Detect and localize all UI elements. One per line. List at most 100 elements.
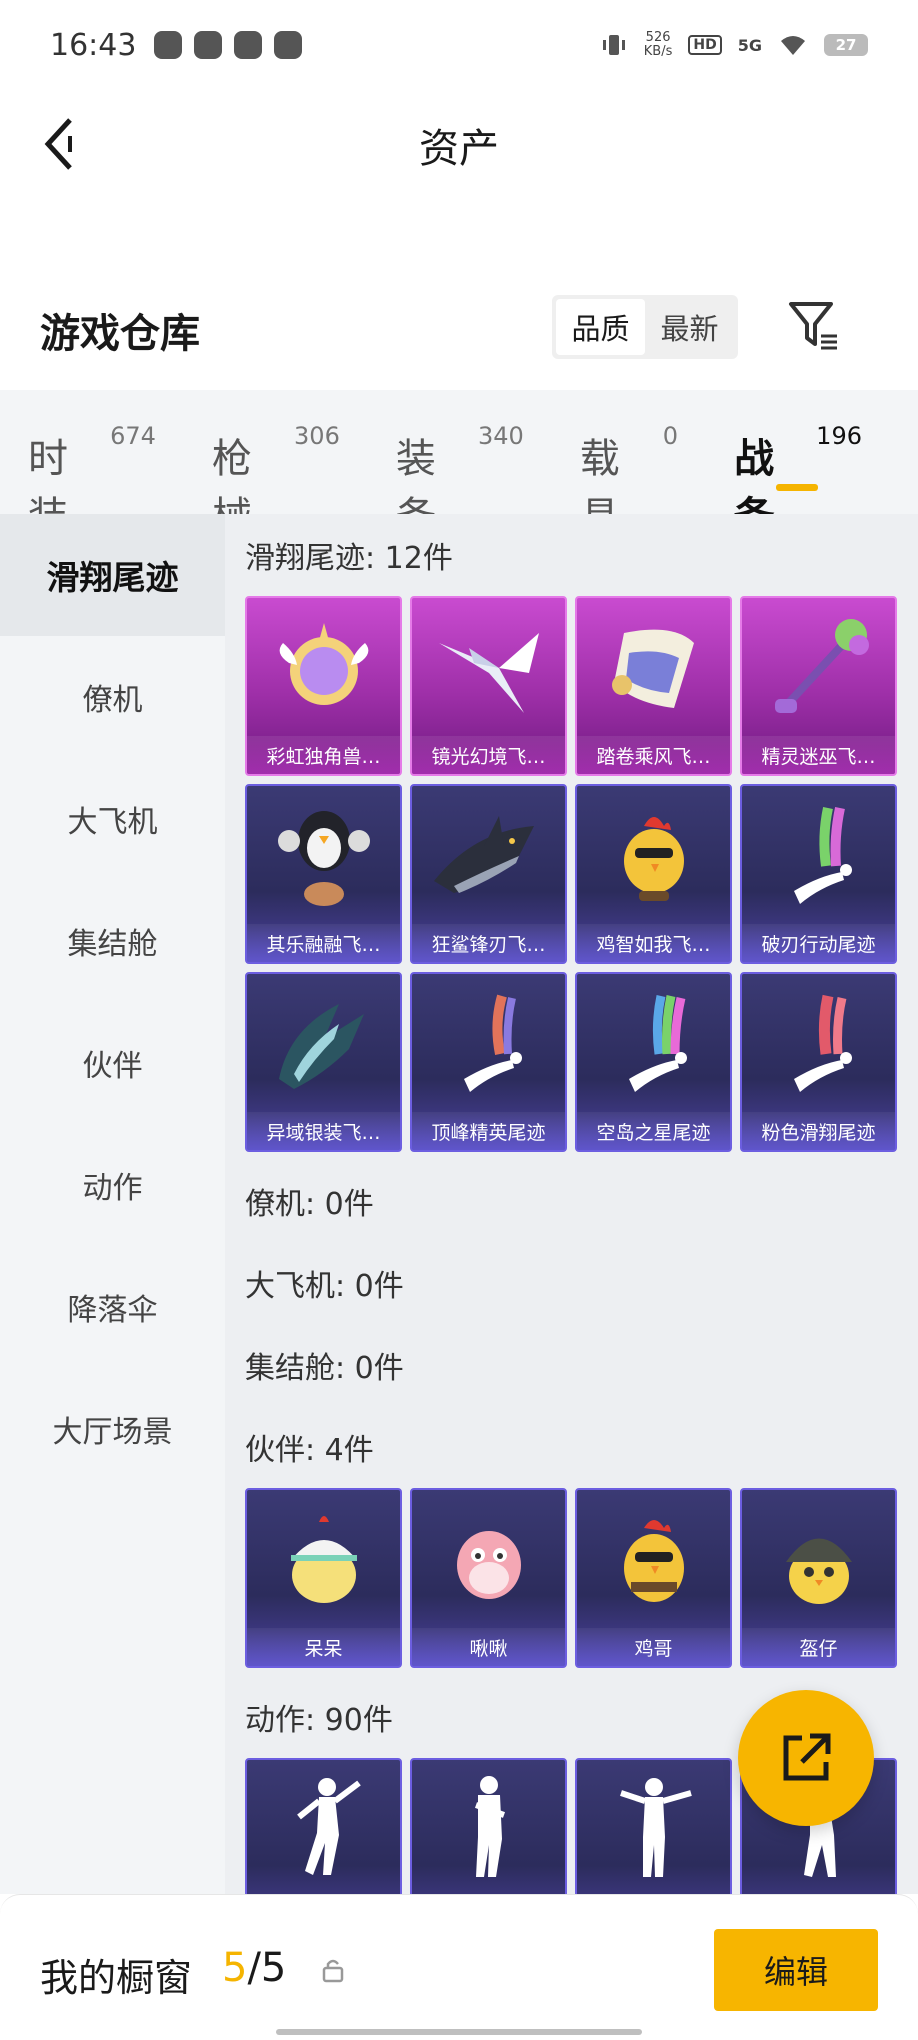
- item-label: 呆呆: [247, 1628, 400, 1666]
- penguin-balloon-icon: [247, 786, 400, 926]
- item-label: 镜光幻境飞…: [412, 736, 565, 774]
- dance-pose-icon: [247, 1760, 400, 1894]
- item-card[interactable]: 破刃行动尾迹: [740, 784, 897, 964]
- smoke-trail-icon: [412, 974, 565, 1114]
- speed-value: 526: [645, 30, 671, 45]
- warehouse-title: 游戏仓库: [40, 311, 200, 357]
- smoke-trail-icon: [742, 974, 895, 1114]
- sidebar-item-lobby-scene[interactable]: 大厅场景: [0, 1368, 225, 1490]
- filter-icon: [789, 302, 837, 350]
- item-label: 精灵迷巫飞…: [742, 736, 895, 774]
- dance-pose-icon: [412, 1760, 565, 1894]
- battery-icon: 27: [824, 34, 868, 56]
- lock-icon: [322, 1959, 344, 1983]
- sidebar-item-emote[interactable]: 动作: [0, 1124, 225, 1246]
- chat-icon: [274, 31, 303, 59]
- crystal-wing-icon: [412, 598, 565, 738]
- tab-gear[interactable]: 战备 196: [734, 390, 862, 540]
- showcase-bar: 我的橱窗 5/5 编辑: [0, 1894, 918, 2040]
- item-card[interactable]: 其乐融融飞…: [245, 784, 402, 964]
- share-button[interactable]: [738, 1690, 874, 1826]
- item-label: 异域银装飞…: [247, 1112, 400, 1150]
- network-speed: 526 KB/s: [644, 31, 673, 59]
- notification-icons: [154, 31, 303, 59]
- edit-button[interactable]: 编辑: [714, 1929, 878, 2011]
- item-card[interactable]: 盔仔: [740, 1488, 897, 1668]
- section-title: 大飞机: 0件: [245, 1269, 404, 1304]
- message-icon: [234, 31, 263, 59]
- pink-bird-icon: [412, 1490, 565, 1630]
- tab-count: 0: [662, 422, 679, 450]
- item-card[interactable]: 精灵迷巫飞…: [740, 596, 897, 776]
- sidebar-item-wingman[interactable]: 僚机: [0, 636, 225, 758]
- item-card[interactable]: [410, 1758, 567, 1894]
- hd-badge: HD: [688, 35, 722, 55]
- smoke-trail-icon: [742, 786, 895, 926]
- item-label: 啾啾: [412, 1628, 565, 1666]
- tab-vehicles[interactable]: 载具 0: [580, 390, 679, 540]
- item-card[interactable]: 狂鲨锋刃飞…: [410, 784, 567, 964]
- tab-count: 306: [294, 422, 340, 450]
- item-card[interactable]: 鸡智如我飞…: [575, 784, 732, 964]
- item-card[interactable]: 鸡哥: [575, 1488, 732, 1668]
- status-bar: 16:43 526 KB/s HD 5G 27: [0, 0, 918, 90]
- section-title: 僚机: 0件: [245, 1187, 374, 1222]
- share-icon: [783, 1733, 831, 1781]
- section-title: 集结舱: 0件: [245, 1351, 404, 1386]
- tab-count: 674: [110, 422, 156, 450]
- system-indicators: 526 KB/s HD 5G 27: [600, 31, 868, 59]
- item-card[interactable]: 踏卷乘风飞…: [575, 596, 732, 776]
- back-button[interactable]: [30, 114, 90, 174]
- item-card[interactable]: 呆呆: [245, 1488, 402, 1668]
- item-card[interactable]: 顶峰精英尾迹: [410, 972, 567, 1152]
- section-title: 伙伴: 4件: [245, 1433, 374, 1468]
- item-card[interactable]: 粉色滑翔尾迹: [740, 972, 897, 1152]
- showcase-label: 我的橱窗: [40, 1956, 193, 2000]
- item-card[interactable]: [245, 1758, 402, 1894]
- item-card[interactable]: 啾啾: [410, 1488, 567, 1668]
- item-grid: 呆呆 啾啾 鸡哥 盔仔: [245, 1488, 918, 1668]
- item-label: 狂鲨锋刃飞…: [412, 924, 565, 962]
- home-indicator[interactable]: [276, 2029, 642, 2035]
- sidebar-item-plane[interactable]: 大飞机: [0, 758, 225, 880]
- tab-count: 196: [816, 422, 862, 450]
- sort-quality-button[interactable]: 品质: [556, 299, 645, 355]
- sidebar-item-pod[interactable]: 集结舱: [0, 880, 225, 1002]
- filter-button[interactable]: [784, 290, 844, 360]
- item-grid: 彩虹独角兽… 镜光幻境飞… 踏卷乘风飞… 精灵迷巫飞… 其乐融融飞… 狂鲨锋刃飞…: [245, 596, 918, 1152]
- item-card[interactable]: [575, 1758, 732, 1894]
- unicorn-emblem-icon: [247, 598, 400, 738]
- chick-helmet-icon: [742, 1490, 895, 1630]
- item-label: 空岛之星尾迹: [577, 1112, 730, 1150]
- showcase-current: 5: [222, 1945, 248, 1991]
- tab-guns[interactable]: 枪械 306: [212, 390, 340, 540]
- item-label: 破刃行动尾迹: [742, 924, 895, 962]
- broom-icon: [742, 598, 895, 738]
- chicken-icon: [577, 786, 730, 926]
- section-title: 滑翔尾迹: 12件: [245, 541, 453, 576]
- item-card[interactable]: 空岛之星尾迹: [575, 972, 732, 1152]
- tab-equipment[interactable]: 装备 340: [396, 390, 524, 540]
- sidebar-item-companion[interactable]: 伙伴: [0, 1002, 225, 1124]
- sidebar-item-parachute[interactable]: 降落伞: [0, 1246, 225, 1368]
- chevron-left-icon: [44, 118, 72, 170]
- smoke-trail-icon: [577, 974, 730, 1114]
- sort-newest-button[interactable]: 最新: [645, 299, 734, 355]
- showcase-count: 5/5: [222, 1945, 286, 1991]
- item-label: 粉色滑翔尾迹: [742, 1112, 895, 1150]
- sidebar-item-glide-trail[interactable]: 滑翔尾迹: [0, 514, 225, 636]
- active-tab-indicator: [776, 484, 819, 491]
- wechat-icon: [154, 31, 183, 59]
- network-badge: 5G: [737, 35, 762, 55]
- page-title: 资产: [419, 126, 499, 172]
- item-label: 踏卷乘风飞…: [577, 736, 730, 774]
- category-tabs: 时装 674 枪械 306 装备 340 载具 0 战备 196: [0, 390, 918, 540]
- tab-count: 340: [477, 422, 524, 450]
- chick-egg-icon: [247, 1490, 400, 1630]
- sidebar: 滑翔尾迹 僚机 大飞机 集结舱 伙伴 动作 降落伞 大厅场景: [0, 514, 225, 1894]
- item-card[interactable]: 镜光幻境飞…: [410, 596, 567, 776]
- tab-fashion[interactable]: 时装 674: [28, 390, 156, 540]
- item-card[interactable]: 异域银装飞…: [245, 972, 402, 1152]
- item-card[interactable]: 彩虹独角兽…: [245, 596, 402, 776]
- warehouse-header: 游戏仓库 品质 最新: [0, 290, 918, 370]
